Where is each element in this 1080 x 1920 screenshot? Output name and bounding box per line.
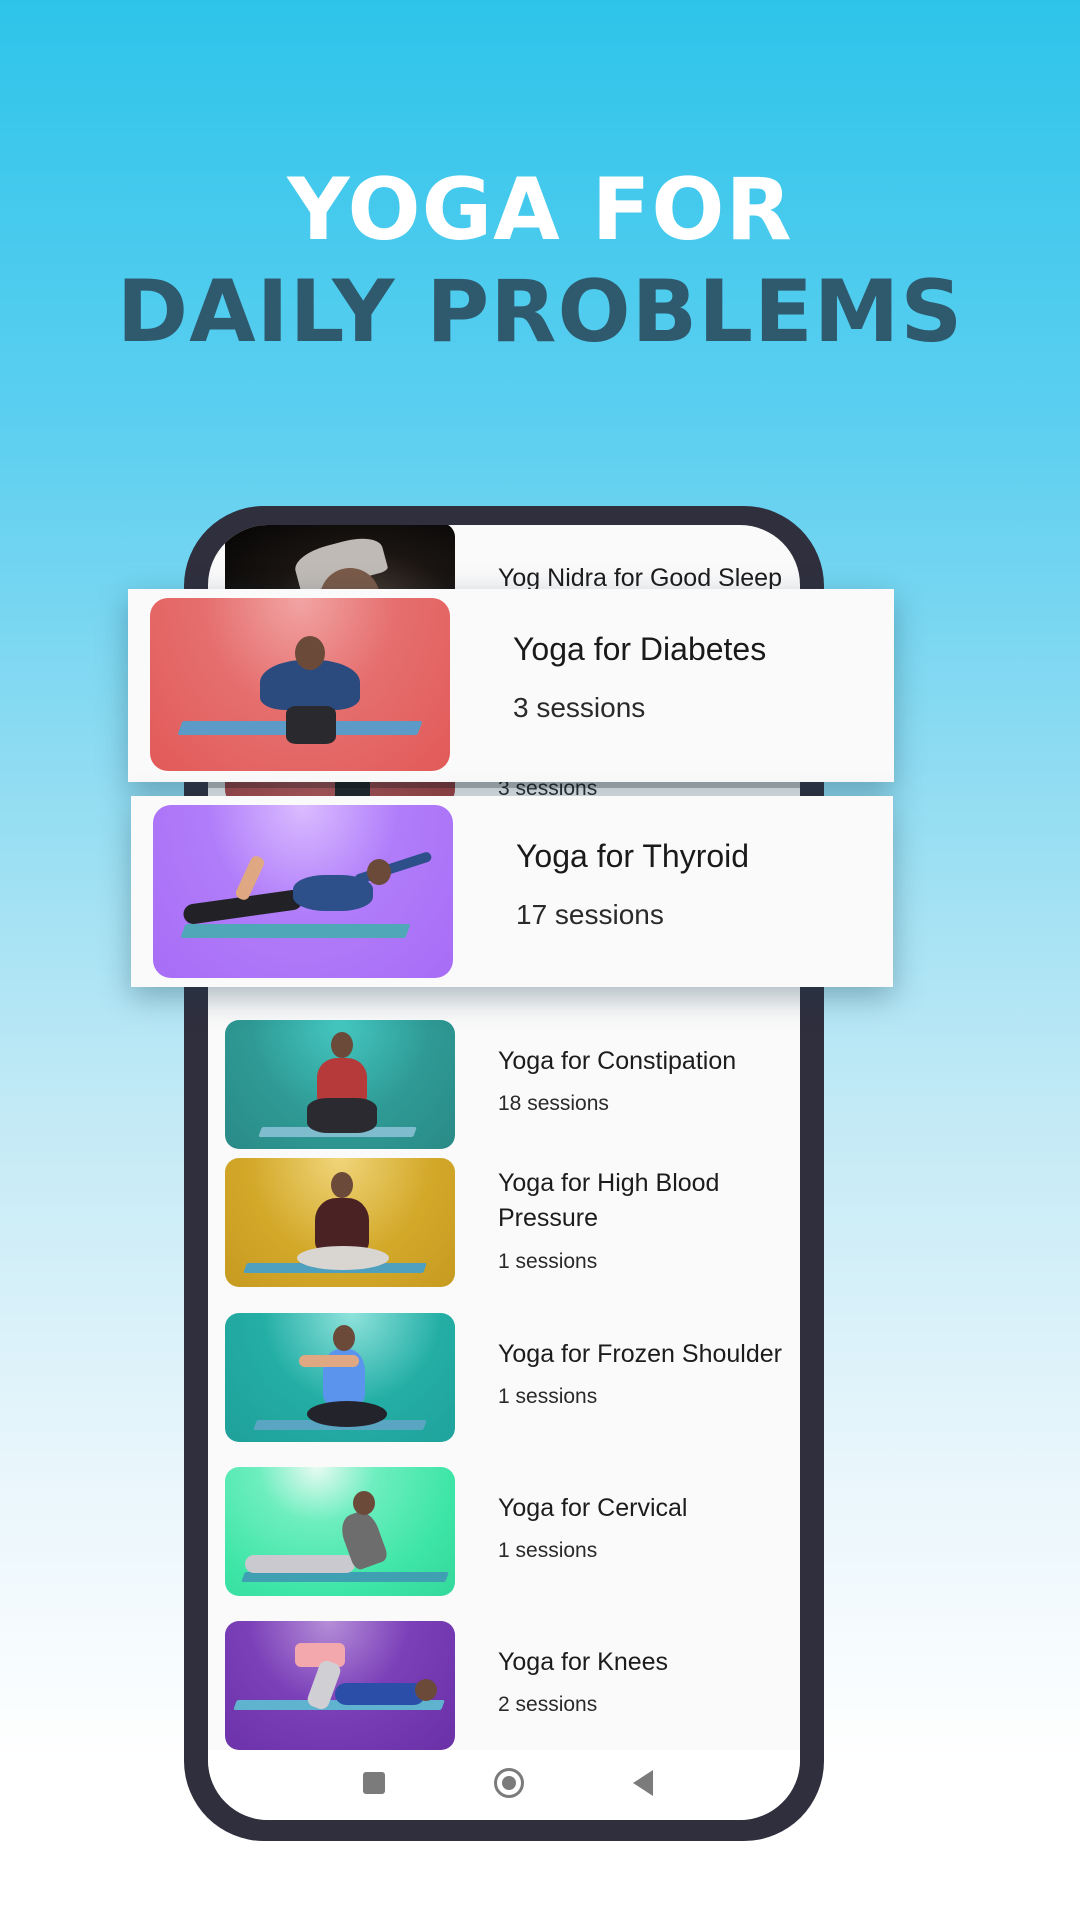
cobra-pose-image: [225, 1467, 455, 1596]
system-nav-bar: [208, 1750, 800, 1820]
shoulder-stretch-image: [225, 1313, 455, 1442]
recents-square-icon[interactable]: [359, 1768, 389, 1798]
list-item-title: Yoga for Constipation: [498, 1047, 737, 1075]
featured-card-title: Yoga for Thyroid: [516, 838, 750, 874]
featured-card-diabetes[interactable]: Yoga for Diabetes 3 sessions: [128, 589, 894, 782]
list-item-sessions: 2 sessions: [498, 1693, 598, 1716]
featured-card-sessions: 17 sessions: [516, 899, 664, 930]
list-item-title: Yoga for Knees: [498, 1648, 669, 1676]
headline-line-1: YOGA FOR: [287, 160, 793, 260]
featured-card-sessions: 3 sessions: [513, 692, 646, 723]
squat-pose-image: [225, 1020, 455, 1149]
headline-line-2: DAILY PROBLEMS: [116, 262, 964, 362]
list-item-sessions: 18 sessions: [498, 1092, 609, 1115]
featured-card-title: Yoga for Diabetes: [513, 631, 767, 667]
list-item[interactable]: Yoga for Knees 2 sessions: [208, 1621, 800, 1751]
list-item[interactable]: Yoga for Frozen Shoulder 1 sessions: [208, 1313, 800, 1443]
seated-pose-image: [225, 1158, 455, 1287]
bow-pose-image: [153, 805, 453, 978]
list-item-title: Yoga for Frozen Shoulder: [498, 1340, 782, 1368]
kneeling-pose-image: [150, 598, 450, 771]
home-circle-icon[interactable]: [494, 1768, 524, 1798]
list-item[interactable]: Yoga for Constipation 18 sessions: [208, 1020, 800, 1150]
bridge-pose-image: [225, 1621, 455, 1750]
list-item-sessions: 1 sessions: [498, 1385, 598, 1408]
featured-card-thyroid[interactable]: Yoga for Thyroid 17 sessions: [131, 796, 893, 987]
list-item[interactable]: Yoga for Cervical 1 sessions: [208, 1467, 800, 1597]
list-item-sessions: 1 sessions: [498, 1539, 598, 1562]
list-item-title: Yoga for High Blood Pressure: [498, 1169, 720, 1232]
back-triangle-icon[interactable]: [633, 1768, 663, 1798]
list-item-sessions: 1 sessions: [498, 1250, 598, 1273]
list-item[interactable]: Yoga for High Blood Pressure 1 sessions: [208, 1158, 800, 1288]
list-item-title: Yoga for Cervical: [498, 1494, 688, 1522]
